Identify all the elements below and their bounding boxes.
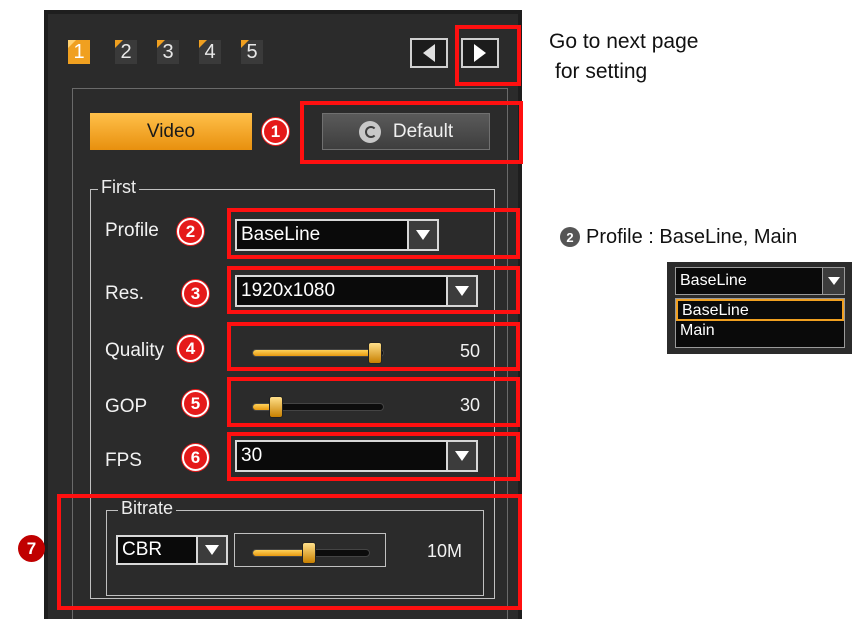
video-button[interactable]: Video bbox=[90, 113, 252, 150]
profile-note-marker: 2 bbox=[560, 227, 580, 247]
tab-page-1[interactable]: 1 bbox=[68, 40, 90, 64]
tab-page-5[interactable]: 5 bbox=[241, 40, 263, 64]
profile-dropdown-preview: BaseLine BaseLine Main bbox=[667, 262, 852, 354]
marker-3: 3 bbox=[182, 280, 209, 307]
option-baseline[interactable]: BaseLine bbox=[676, 299, 844, 321]
marker-1: 1 bbox=[262, 118, 289, 145]
highlight-default bbox=[300, 101, 523, 164]
first-group-title: First bbox=[98, 177, 139, 198]
next-page-note-line1: Go to next page bbox=[549, 30, 699, 53]
marker-2: 2 bbox=[177, 218, 204, 245]
quality-label: Quality bbox=[105, 340, 165, 361]
preview-option-list: BaseLine Main bbox=[675, 298, 845, 348]
chevron-down-icon[interactable] bbox=[822, 268, 844, 294]
highlight-gop bbox=[227, 377, 520, 427]
marker-7: 7 bbox=[18, 535, 45, 562]
marker-6: 6 bbox=[182, 444, 209, 471]
highlight-quality bbox=[227, 322, 520, 371]
tab-page-4[interactable]: 4 bbox=[199, 40, 221, 64]
profile-note: Profile : BaseLine, Main bbox=[586, 226, 798, 248]
prev-page-button[interactable] bbox=[410, 38, 448, 68]
fps-label: FPS bbox=[105, 450, 142, 471]
highlight-profile bbox=[227, 208, 520, 259]
highlight-bitrate bbox=[57, 494, 522, 610]
next-page-note-line2: for setting bbox=[555, 60, 648, 83]
tab-page-2[interactable]: 2 bbox=[115, 40, 137, 64]
highlight-resolution bbox=[227, 266, 520, 314]
highlight-fps bbox=[227, 432, 520, 481]
option-main[interactable]: Main bbox=[676, 321, 844, 343]
tab-page-3[interactable]: 3 bbox=[157, 40, 179, 64]
preview-profile-value: BaseLine bbox=[680, 272, 747, 289]
arrow-left-icon bbox=[423, 44, 435, 62]
marker-4: 4 bbox=[177, 335, 204, 362]
marker-5: 5 bbox=[182, 390, 209, 417]
preview-profile-select[interactable]: BaseLine bbox=[675, 267, 845, 295]
profile-label: Profile bbox=[105, 220, 159, 241]
resolution-label: Res. bbox=[105, 283, 145, 304]
gop-label: GOP bbox=[105, 396, 148, 417]
highlight-next-page bbox=[455, 25, 521, 86]
